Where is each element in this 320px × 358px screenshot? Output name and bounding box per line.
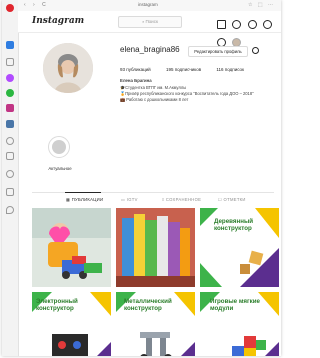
opera-logo-icon[interactable] xyxy=(6,4,14,12)
messenger-icon[interactable] xyxy=(6,74,14,82)
highlight-cover xyxy=(52,140,66,154)
profile-stats: 93 публикаций 195 подписчиков 116 подпис… xyxy=(120,67,258,72)
tab-igtv[interactable]: ▭ IGTV xyxy=(121,197,138,202)
search-input[interactable]: ⌕ Поиск xyxy=(118,16,182,28)
post-image xyxy=(116,208,195,287)
settings-gear-icon[interactable] xyxy=(252,47,259,54)
avatar-photo xyxy=(43,43,93,93)
profile-username: elena_bragina86 xyxy=(120,45,180,54)
posts-count: 93 публикаций xyxy=(120,67,151,72)
direct-icon[interactable] xyxy=(232,20,242,29)
instagram-icon[interactable] xyxy=(6,104,14,112)
speed-dial-icon[interactable] xyxy=(6,41,14,49)
post-caption: Игровые мягкие модули xyxy=(210,298,260,312)
profile-avatar[interactable] xyxy=(43,43,93,93)
vk-icon[interactable] xyxy=(6,120,14,128)
story-highlight[interactable] xyxy=(48,136,70,158)
bookmarks-icon[interactable] xyxy=(6,58,14,66)
browser-sidebar xyxy=(2,0,19,356)
tab-tagged[interactable]: ☐ ОТМЕТКИ xyxy=(218,197,246,202)
location-icon[interactable] xyxy=(6,206,14,214)
post-tile[interactable] xyxy=(116,208,195,287)
history-icon[interactable] xyxy=(6,137,14,145)
post-image xyxy=(32,208,111,287)
tab-posts[interactable]: ▦ ПУБЛИКАЦИИ xyxy=(66,197,103,202)
settings-rail-icon[interactable] xyxy=(6,188,14,196)
post-tile[interactable]: Электронный конструктор xyxy=(32,292,111,356)
tab-saved[interactable]: ⌑ СОХРАНЕННОЕ xyxy=(162,197,201,202)
post-tile[interactable]: Металлический конструктор xyxy=(116,292,195,356)
post-tile[interactable] xyxy=(32,208,111,287)
search-placeholder: Поиск xyxy=(145,19,158,24)
profile-bio: 🎓Студентка ВТПГ им. М.Акмуллы 🏅Призёр ре… xyxy=(120,85,265,103)
browser-window: ‹ › C instagram ☆ ⬚ ⋯ Instagram ⌕ Поиск … xyxy=(2,0,281,356)
post-tile[interactable]: Деревянный конструктор xyxy=(200,208,279,287)
highlight-label: Актуальное xyxy=(48,166,72,171)
following-count[interactable]: 116 подписок xyxy=(216,67,244,72)
profile-full-name: Елена Брагина xyxy=(120,78,152,83)
tab-igtv-label: IGTV xyxy=(126,197,138,202)
edit-profile-button[interactable]: Редактировать профиль xyxy=(188,46,248,57)
bio-line: 💼 Работаю с дошкольниками 8 лет xyxy=(120,97,189,102)
post-caption: Электронный конструктор xyxy=(36,298,78,312)
player-icon[interactable] xyxy=(6,152,14,160)
tab-posts-label: ПУБЛИКАЦИИ xyxy=(71,197,104,202)
toolbar-actions[interactable]: ☆ ⬚ ⋯ xyxy=(248,2,275,8)
post-caption: Деревянный конструктор xyxy=(214,218,254,232)
followers-count[interactable]: 195 подписчиков xyxy=(166,67,201,72)
tab-saved-label: СОХРАНЕННОЕ xyxy=(165,197,202,202)
nav-controls[interactable]: ‹ › C xyxy=(24,2,49,8)
post-caption: Металлический конструктор xyxy=(124,298,172,312)
whatsapp-icon[interactable] xyxy=(6,89,14,97)
compass-icon[interactable] xyxy=(263,20,273,29)
home-icon[interactable] xyxy=(217,20,226,29)
extensions-icon[interactable] xyxy=(6,170,14,178)
explore-icon[interactable] xyxy=(247,20,257,29)
instagram-header: Instagram ⌕ Поиск xyxy=(18,11,281,47)
address-bar[interactable]: instagram xyxy=(138,2,158,7)
post-tile[interactable]: Игровые мягкие модули xyxy=(200,292,279,356)
tab-tagged-label: ОТМЕТКИ xyxy=(223,197,246,202)
active-tab-indicator xyxy=(65,192,101,193)
instagram-logo[interactable]: Instagram xyxy=(32,16,84,26)
